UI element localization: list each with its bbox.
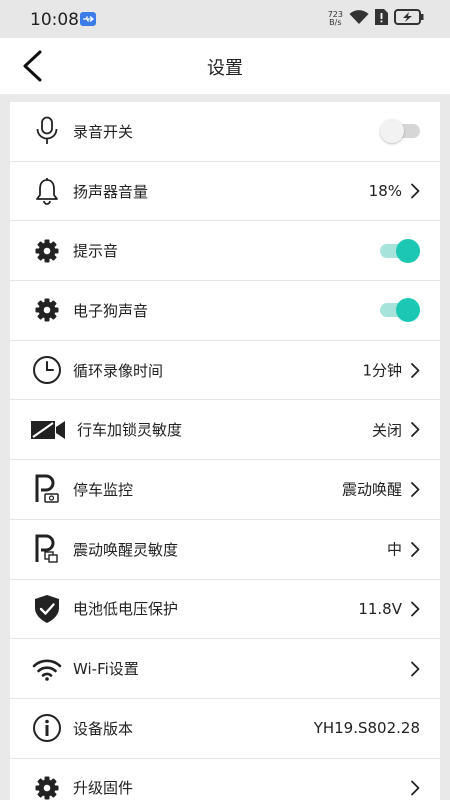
setting-label: 震动唤醒灵敏度	[73, 540, 179, 559]
chevron-right-icon	[410, 661, 420, 677]
setting-value: 震动唤醒	[341, 480, 402, 499]
chevron-right-icon	[410, 362, 420, 378]
recording-toggle[interactable]	[380, 119, 420, 144]
parking-vibration-icon	[32, 534, 62, 564]
setting-label: 设备版本	[73, 719, 134, 738]
chevron-right-icon	[410, 601, 420, 617]
status-icons: 723 B/s	[328, 8, 424, 30]
setting-value: 18%	[368, 182, 402, 201]
setting-value: 1分钟	[362, 361, 402, 380]
page-title: 设置	[207, 58, 243, 79]
setting-value: 中	[386, 540, 402, 559]
setting-label: 录音开关	[73, 122, 134, 141]
parking-camera-icon	[32, 474, 62, 504]
network-speed: 723 B/s	[327, 10, 343, 27]
chevron-right-icon	[410, 422, 420, 438]
setting-label: 升级固件	[73, 779, 134, 798]
gear-icon	[32, 295, 62, 325]
setting-label: 停车监控	[73, 480, 134, 499]
setting-label: 扬声器音量	[73, 182, 149, 201]
setting-battery-protect[interactable]: 电池低电压保护 11.8V	[10, 580, 440, 640]
setting-device-version: 设备版本 YH19.S802.28	[10, 699, 440, 759]
setting-recording: 录音开关	[10, 102, 440, 162]
clock-icon	[32, 355, 62, 385]
setting-value: 11.8V	[358, 599, 402, 618]
setting-label: 提示音	[73, 242, 119, 261]
chevron-right-icon	[410, 780, 420, 796]
setting-label: 循环录像时间	[73, 361, 164, 380]
wifi-icon	[32, 654, 62, 684]
microphone-icon	[32, 116, 62, 146]
status-bar: 10:08 723 B/s	[0, 0, 450, 38]
shield-check-icon	[32, 594, 62, 624]
setting-label: 电子狗声音	[73, 301, 149, 320]
gear-icon	[32, 773, 62, 800]
setting-value: YH19.S802.28	[313, 719, 420, 738]
usb-icon	[80, 12, 96, 26]
video-camera-icon	[30, 415, 66, 445]
info-icon	[32, 713, 62, 743]
setting-label: Wi-Fi设置	[73, 660, 139, 679]
battery-charging-icon	[394, 9, 424, 29]
header-bar: 设置	[0, 38, 450, 94]
edog-sound-toggle[interactable]	[380, 298, 420, 323]
gear-icon	[32, 236, 62, 266]
sim-alert-icon	[375, 9, 388, 29]
settings-list: 录音开关 扬声器音量 18% 提示音 电子狗声音 循环录像时间 1分钟 行车加锁…	[10, 102, 440, 800]
chevron-right-icon	[410, 541, 420, 557]
setting-wake-sensitivity[interactable]: 震动唤醒灵敏度 中	[10, 520, 440, 580]
setting-lock-sensitivity[interactable]: 行车加锁灵敏度 关闭	[10, 400, 440, 461]
bell-icon	[32, 176, 62, 206]
chevron-right-icon	[410, 481, 420, 497]
setting-edog-sound: 电子狗声音	[10, 281, 440, 341]
setting-label: 行车加锁灵敏度	[77, 421, 183, 440]
setting-wifi[interactable]: Wi-Fi设置	[10, 639, 440, 699]
setting-prompt-sound: 提示音	[10, 221, 440, 282]
chevron-right-icon	[410, 183, 420, 199]
setting-parking-monitor[interactable]: 停车监控 震动唤醒	[10, 460, 440, 520]
setting-value: 关闭	[371, 421, 402, 440]
setting-firmware-upgrade[interactable]: 升级固件	[10, 759, 440, 800]
setting-speaker-volume[interactable]: 扬声器音量 18%	[10, 162, 440, 222]
setting-label: 电池低电压保护	[73, 600, 179, 619]
status-time: 10:08	[30, 10, 79, 30]
setting-loop-recording[interactable]: 循环录像时间 1分钟	[10, 341, 440, 401]
wifi-signal-icon	[349, 9, 369, 29]
prompt-sound-toggle[interactable]	[380, 238, 420, 263]
